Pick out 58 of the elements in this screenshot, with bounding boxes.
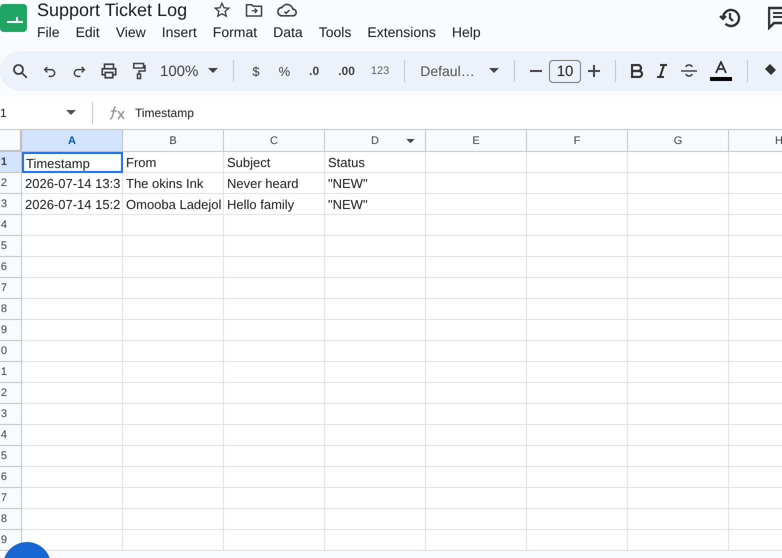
table-cell-text: "NEW"	[327, 175, 369, 193]
table-cell-text: From	[125, 154, 158, 172]
table-cell-text: 2026-07-14 15:2	[24, 196, 122, 214]
column-header[interactable]: H	[729, 130, 782, 152]
percent-button[interactable]: %	[278, 64, 290, 78]
increase-decimals-button[interactable]: .00	[338, 64, 355, 78]
column-header[interactable]: C	[224, 130, 325, 152]
row-header[interactable]: 8	[0, 299, 22, 320]
column-header[interactable]: F	[527, 130, 628, 152]
menu-item[interactable]: Help	[452, 24, 481, 40]
table-cell-text: The okins Ink	[125, 175, 204, 193]
column-header[interactable]: B	[123, 130, 224, 152]
column-header[interactable]: A	[22, 130, 123, 152]
row-header[interactable]: 3	[0, 404, 22, 425]
menu-item[interactable]: Tools	[318, 24, 352, 40]
row-header[interactable]: 9	[0, 320, 22, 341]
menu-item[interactable]: Edit	[76, 24, 100, 40]
table-cell-text: 2026-07-14 13:3	[24, 175, 122, 193]
row-header[interactable]: 0	[0, 341, 22, 362]
row-header[interactable]: 2	[0, 383, 22, 404]
document-title[interactable]: Support Ticket Log	[37, 0, 188, 20]
table-cell: Timestamp	[22, 152, 123, 173]
table-cell-text: Never heard	[226, 175, 300, 193]
column-header[interactable]: E	[426, 130, 527, 152]
font-dropdown[interactable]: Defaul…	[420, 63, 499, 79]
row-header[interactable]: 1	[0, 362, 22, 383]
font-size-field[interactable]: 10	[548, 60, 582, 82]
menu-item[interactable]: Format	[212, 24, 258, 40]
table-cell-text: Omooba Ladejol	[125, 196, 222, 214]
row-header[interactable]: 5	[0, 236, 22, 257]
row-header[interactable]: 1	[0, 152, 22, 173]
menu-item[interactable]: View	[116, 24, 146, 40]
row-header[interactable]: 4	[0, 215, 22, 236]
currency-button[interactable]: $	[252, 64, 260, 78]
row-header[interactable]: 8	[0, 509, 22, 530]
row-header[interactable]: 6	[0, 257, 22, 278]
column-header[interactable]: D	[325, 130, 426, 152]
row-header[interactable]: 3	[0, 194, 22, 215]
menu-item[interactable]: Data	[273, 24, 303, 40]
row-header[interactable]: 7	[0, 278, 22, 299]
row-header[interactable]: 6	[0, 467, 22, 488]
row-header[interactable]: 4	[0, 425, 22, 446]
name-box[interactable]: 1	[0, 106, 52, 120]
table-cell-text: Subject	[226, 154, 272, 172]
row-header[interactable]: 2	[0, 173, 22, 194]
table-cell-text: Status	[327, 154, 366, 172]
table-cell-text: Hello family	[226, 196, 296, 214]
table-cell-text: "NEW"	[327, 196, 369, 214]
menu-item[interactable]: Insert	[162, 24, 197, 40]
menu-item[interactable]: Extensions	[367, 24, 436, 40]
zoom-dropdown[interactable]: 100%	[160, 62, 218, 80]
menu-item[interactable]: File	[37, 24, 60, 40]
number-format-button[interactable]: 123	[370, 65, 390, 77]
row-header[interactable]: 7	[0, 488, 22, 509]
formula-field[interactable]: Timestamp	[135, 106, 194, 120]
column-header[interactable]: G	[628, 130, 729, 152]
row-header[interactable]: 5	[0, 446, 22, 467]
decrease-decimals-button[interactable]: .0	[309, 64, 320, 78]
